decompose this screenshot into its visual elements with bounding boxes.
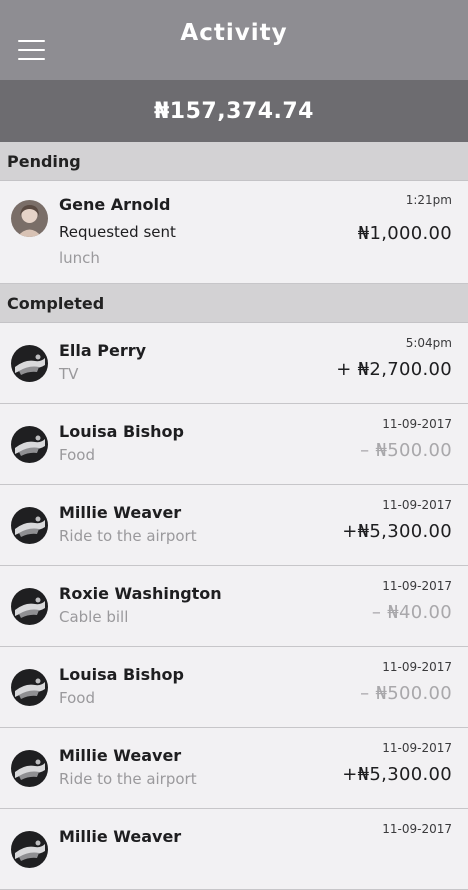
contact-name: Gene Arnold [59,195,171,214]
transaction-note: Ride to the airport [59,527,197,545]
page-title: Activity [180,20,288,46]
completed-transaction-list: Ella Perry TV 5:04pm + ₦2,700.00 Louisa Bish… [0,323,468,890]
contact-name: Millie Weaver [59,827,182,846]
avatar [11,588,48,625]
avatar [11,200,48,237]
transaction-amount: + ₦2,700.00 [336,359,452,380]
completed-transaction-row[interactable]: Millie Weaver Ride to the airport 11-09-20… [0,485,468,566]
avatar [11,750,48,787]
contact-name: Ella Perry [59,341,147,360]
section-header-pending: Pending [0,142,468,181]
transaction-note: TV [59,365,79,383]
transaction-time: 11-09-2017 [382,741,452,755]
contact-name: Millie Weaver [59,746,182,765]
transaction-time: 11-09-2017 [382,417,452,431]
completed-transaction-row[interactable]: Millie Weaver Ride to the airport 11-09-20… [0,728,468,809]
transaction-note: Food [59,689,95,707]
avatar [11,831,48,868]
contact-name: Louisa Bishop [59,422,184,441]
completed-transaction-row[interactable]: Roxie Washington Cable bill 11-09-2017 – ₦4… [0,566,468,647]
section-header-completed: Completed [0,284,468,323]
balance-amount: ₦157,374.74 [0,80,468,142]
transaction-amount: – ₦500.00 [360,683,452,704]
transaction-time: 5:04pm [405,336,452,350]
completed-transaction-row[interactable]: Millie Weaver 11-09-2017 [0,809,468,890]
transaction-time: 1:21pm [405,193,452,207]
contact-name: Louisa Bishop [59,665,184,684]
transaction-amount: – ₦500.00 [360,440,452,461]
transaction-amount: +₦5,300.00 [342,521,452,542]
avatar [11,426,48,463]
transaction-amount: ₦1,000.00 [357,223,452,244]
transaction-note: Ride to the airport [59,770,197,788]
transaction-note: Cable bill [59,608,129,626]
transaction-time: 11-09-2017 [382,498,452,512]
pending-transaction-row[interactable]: Gene Arnold Requested sent lunch 1:21pm … [0,181,468,284]
transaction-status: Requested sent [59,223,176,241]
transaction-amount: +₦5,300.00 [342,764,452,785]
app-header: Activity [0,0,468,80]
avatar [11,345,48,382]
hamburger-menu-icon[interactable] [18,40,45,64]
avatar [11,507,48,544]
completed-transaction-row[interactable]: Ella Perry TV 5:04pm + ₦2,700.00 [0,323,468,404]
contact-name: Roxie Washington [59,584,222,603]
completed-transaction-row[interactable]: Louisa Bishop Food 11-09-2017 – ₦500.00 [0,404,468,485]
transaction-amount: – ₦40.00 [371,602,452,623]
transaction-time: 11-09-2017 [382,660,452,674]
completed-transaction-row[interactable]: Louisa Bishop Food 11-09-2017 – ₦500.00 [0,647,468,728]
transaction-note: lunch [59,249,100,267]
contact-name: Millie Weaver [59,503,182,522]
transaction-time: 11-09-2017 [382,579,452,593]
avatar [11,669,48,706]
transaction-note: Food [59,446,95,464]
transaction-time: 11-09-2017 [382,822,452,836]
